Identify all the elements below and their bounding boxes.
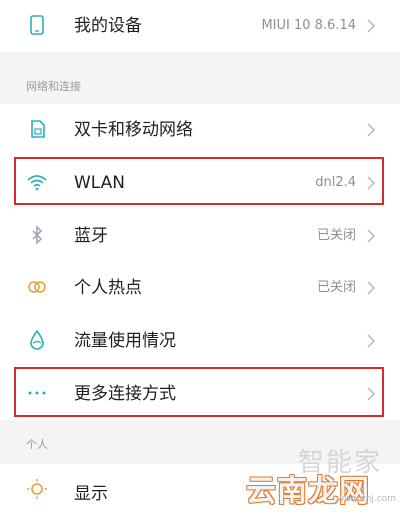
sun-icon	[26, 478, 48, 500]
display-label: 显示	[74, 484, 108, 504]
phone-icon	[26, 14, 48, 36]
hotspot-value: 已关闭	[316, 280, 356, 295]
more-connections-label: 更多连接方式	[74, 384, 176, 404]
chevron-right-icon	[366, 229, 376, 243]
settings-row-bluetooth[interactable]: 蓝牙 已关闭	[0, 210, 400, 262]
wlan-value: dnl2.4	[315, 175, 356, 190]
settings-row-wlan[interactable]: WLAN dnl2.4	[0, 157, 400, 209]
settings-row-more-connections[interactable]: 更多连接方式	[0, 368, 400, 420]
bluetooth-value: 已关闭	[316, 228, 356, 243]
my-device-label: 我的设备	[74, 16, 142, 36]
dual-sim-label: 双卡和移动网络	[74, 120, 193, 140]
chevron-right-icon	[366, 19, 376, 33]
chevron-right-icon	[366, 334, 376, 348]
my-device-value: MIUI 10 8.6.14	[261, 18, 356, 33]
hotspot-label: 个人热点	[74, 278, 142, 298]
hotspot-icon	[26, 276, 48, 298]
wlan-label: WLAN	[74, 173, 126, 193]
settings-row-data-usage[interactable]: 流量使用情况	[0, 315, 400, 367]
settings-row-hotspot[interactable]: 个人热点 已关闭	[0, 262, 400, 314]
bluetooth-label: 蓝牙	[74, 226, 108, 246]
data-usage-label: 流量使用情况	[74, 331, 176, 351]
sim-card-icon	[26, 118, 48, 140]
chevron-right-icon	[366, 281, 376, 295]
more-dots-icon	[26, 382, 48, 404]
section-header-network: 网络和连接	[0, 64, 400, 104]
watermark-url: www.znj.com	[336, 494, 396, 504]
chevron-right-icon	[366, 123, 376, 137]
settings-row-my-device[interactable]: 我的设备 MIUI 10 8.6.14	[0, 0, 400, 52]
section-title-personal: 个人	[26, 438, 48, 451]
section-title-network: 网络和连接	[26, 80, 81, 93]
data-drop-icon	[26, 329, 48, 351]
wifi-icon	[26, 171, 48, 193]
bluetooth-icon	[26, 224, 48, 246]
chevron-right-icon	[366, 176, 376, 190]
chevron-right-icon	[366, 387, 376, 401]
section-gap	[0, 52, 400, 64]
settings-row-dual-sim[interactable]: 双卡和移动网络	[0, 104, 400, 156]
